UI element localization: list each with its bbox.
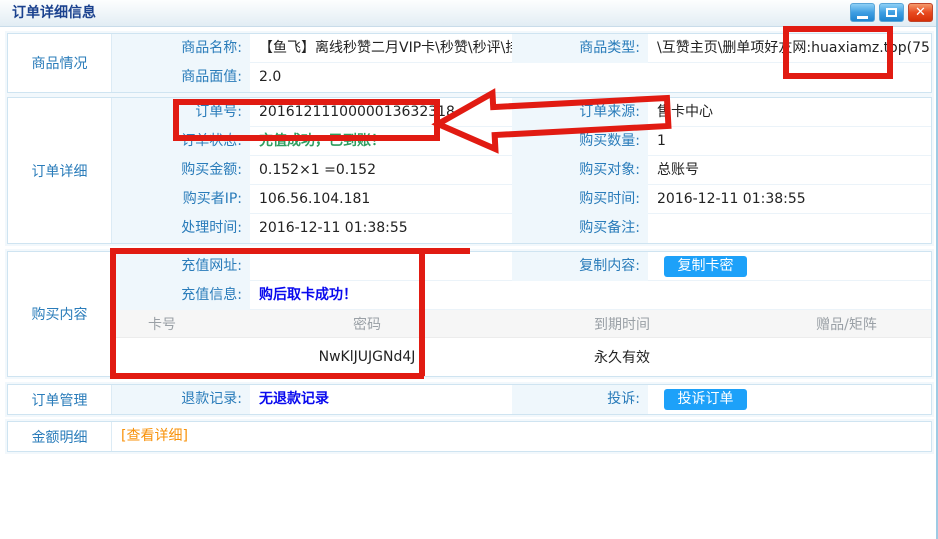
order-source-label: 订单来源: — [512, 98, 648, 127]
window-title: 订单详细信息 — [0, 0, 938, 26]
close-button[interactable]: ✕ — [908, 3, 933, 22]
row-amount-detail: [查看详细] — [112, 422, 931, 451]
product-name-label: 商品名称: — [112, 34, 250, 63]
recharge-info-label: 充值信息: — [112, 281, 250, 310]
product-type-value: \互赞主页\删单项好友网:huaxiamz.top(7517 — [648, 34, 931, 63]
complaint-label: 投诉: — [512, 385, 648, 414]
card-expiry-header: 到期时间 — [482, 314, 762, 334]
section-label-purchase: 购买内容 — [8, 252, 112, 376]
buy-quantity-label: 购买数量: — [512, 127, 648, 156]
complaint-order-button[interactable]: 投诉订单 — [664, 389, 747, 410]
section-label-order: 订单详细 — [8, 98, 112, 243]
buy-time-label: 购买时间: — [512, 185, 648, 214]
card-gift-header: 赠品/矩阵 — [762, 314, 931, 334]
row-buyer-ip: 购买者IP: 106.56.104.181 购买时间: 2016-12-11 0… — [112, 185, 931, 214]
copy-card-button[interactable]: 复制卡密 — [664, 256, 747, 277]
section-order-detail: 订单详细 订单号: 2016121110000013632318 订单来源: 售… — [7, 97, 932, 244]
product-facevalue-value: 2.0 — [250, 63, 512, 92]
process-time-label: 处理时间: — [112, 214, 250, 243]
card-number-header: 卡号 — [112, 314, 252, 334]
section-amount-detail: 金额明细 [查看详细] — [7, 421, 932, 452]
buy-quantity-value: 1 — [648, 127, 931, 156]
section-product-info: 商品情况 商品名称: 【鱼飞】离线秒赞二月VIP卡\秒赞\秒评\挂挂 商品类型:… — [7, 33, 932, 93]
order-source-value: 售卡中心 — [648, 98, 931, 127]
row-buy-amount: 购买金额: 0.152×1 =0.152 购买对象: 总账号 — [112, 156, 931, 185]
product-name-value: 【鱼飞】离线秒赞二月VIP卡\秒赞\秒评\挂挂 — [250, 34, 512, 63]
card-password-value: NwKlJUJGNd4J — [252, 349, 482, 365]
view-detail-link[interactable]: [查看详细] — [112, 422, 188, 451]
card-table-header: 卡号 密码 到期时间 赠品/矩阵 — [112, 310, 931, 338]
buy-amount-value: 0.152×1 =0.152 — [250, 156, 512, 185]
row-product-facevalue: 商品面值: 2.0 — [112, 63, 931, 92]
recharge-url-label: 充值网址: — [112, 252, 250, 281]
minimize-icon — [857, 16, 868, 19]
order-number-value: 2016121110000013632318 — [250, 98, 512, 127]
row-process-time: 处理时间: 2016-12-11 01:38:55 购买备注: — [112, 214, 931, 243]
card-table-row: NwKlJUJGNd4J 永久有效 — [112, 338, 931, 376]
buy-time-value: 2016-12-11 01:38:55 — [648, 185, 931, 214]
order-number-label: 订单号: — [112, 98, 250, 127]
row-refund: 退款记录: 无退款记录 投诉: 投诉订单 — [112, 385, 931, 414]
section-purchase-content: 购买内容 充值网址: 复制内容: 复制卡密 充值信息: 购后取卡成功！ 卡号 密… — [7, 251, 932, 377]
copy-content-label: 复制内容: — [512, 252, 648, 281]
maximize-button[interactable] — [879, 3, 904, 22]
row-product-name: 商品名称: 【鱼飞】离线秒赞二月VIP卡\秒赞\秒评\挂挂 商品类型: \互赞主… — [112, 34, 931, 63]
section-label-manage: 订单管理 — [8, 385, 112, 414]
product-type-label: 商品类型: — [512, 34, 648, 63]
order-status-label: 订单状态: — [112, 127, 250, 156]
window-controls: ✕ — [850, 3, 933, 22]
buy-target-value: 总账号 — [648, 156, 931, 185]
section-order-manage: 订单管理 退款记录: 无退款记录 投诉: 投诉订单 — [7, 384, 932, 415]
buyer-ip-value: 106.56.104.181 — [250, 185, 512, 214]
buy-note-label: 购买备注: — [512, 214, 648, 243]
refund-label: 退款记录: — [112, 385, 250, 414]
row-recharge-info: 充值信息: 购后取卡成功！ — [112, 281, 931, 310]
row-order-number: 订单号: 2016121110000013632318 订单来源: 售卡中心 — [112, 98, 931, 127]
close-icon: ✕ — [915, 5, 926, 20]
product-facevalue-label: 商品面值: — [112, 63, 250, 92]
row-order-status: 订单状态: 充值成功，已到账！ 购买数量: 1 — [112, 127, 931, 156]
buy-target-label: 购买对象: — [512, 156, 648, 185]
card-password-header: 密码 — [252, 314, 482, 334]
order-status-value: 充值成功，已到账！ — [250, 127, 512, 156]
window-titlebar: 订单详细信息 — [0, 0, 938, 27]
recharge-info-value: 购后取卡成功！ — [250, 281, 512, 310]
buyer-ip-label: 购买者IP: — [112, 185, 250, 214]
row-recharge-url: 充值网址: 复制内容: 复制卡密 — [112, 252, 931, 281]
section-label-product: 商品情况 — [8, 34, 112, 92]
refund-value: 无退款记录 — [250, 385, 512, 414]
minimize-button[interactable] — [850, 3, 875, 22]
maximize-icon — [886, 8, 897, 17]
section-label-amount: 金额明细 — [8, 422, 112, 451]
buy-amount-label: 购买金额: — [112, 156, 250, 185]
process-time-value: 2016-12-11 01:38:55 — [250, 214, 512, 243]
card-expiry-value: 永久有效 — [482, 347, 762, 367]
